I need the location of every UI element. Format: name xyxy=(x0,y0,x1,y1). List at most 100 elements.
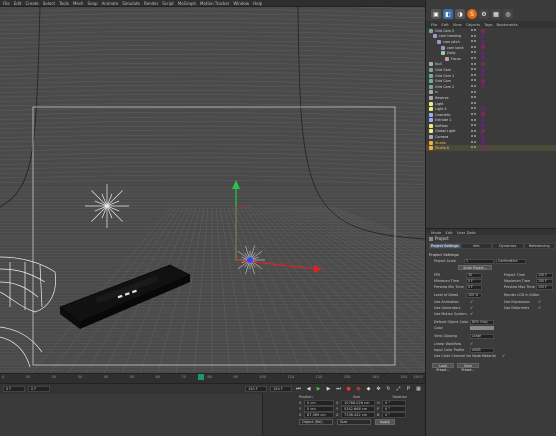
prop-use-motion-check[interactable]: ✓ xyxy=(470,311,473,316)
object-name[interactable]: Reserve xyxy=(435,96,449,100)
object-name[interactable]: Global Light xyxy=(435,129,455,133)
record-icon[interactable]: ● xyxy=(345,386,352,393)
tag-icon[interactable] xyxy=(481,62,485,67)
am-tab[interactable]: Referencing xyxy=(523,243,555,249)
coords-mode-dropdown[interactable]: Object (Rel) xyxy=(299,419,333,425)
prop-use-animation-check[interactable]: ✓ xyxy=(470,299,473,304)
am-menu-item[interactable]: User Data xyxy=(457,230,476,235)
object-row[interactable]: Studio 6 xyxy=(426,145,556,152)
tag-icon[interactable] xyxy=(481,73,485,78)
object-name[interactable]: Studio xyxy=(435,141,446,145)
rotate-key-icon[interactable]: ↻ xyxy=(385,386,392,393)
object-name[interactable]: Grid Cam 2 xyxy=(435,29,454,33)
tag-icon[interactable] xyxy=(481,45,485,50)
om-menu-item[interactable]: Tags xyxy=(484,22,492,27)
coords-apply-button[interactable]: Apply xyxy=(375,419,395,425)
goto-end-icon[interactable]: ⏭ xyxy=(335,386,342,393)
coords-size-dropdown[interactable]: Size xyxy=(337,419,371,425)
prop-preview-min-field[interactable]: 0 F xyxy=(466,285,482,290)
prop-min-time-field[interactable]: 0 F xyxy=(466,279,482,284)
tag-icon[interactable] xyxy=(481,78,485,83)
visibility-dots-icon[interactable] xyxy=(471,101,476,104)
visibility-dots-icon[interactable] xyxy=(471,135,476,138)
target-icon[interactable]: ◎ xyxy=(503,9,513,19)
tag-icon[interactable] xyxy=(481,140,485,145)
end-frame-field[interactable]: 150 F xyxy=(245,386,267,392)
coords-position-field[interactable]: 87.569 cm xyxy=(304,412,334,418)
prop-default-color-dropdown[interactable]: 80% Gray xyxy=(470,320,494,325)
menu-10[interactable]: Script xyxy=(162,1,174,6)
object-manager-list[interactable]: Grid Cam 2 cam heading cam pitch cam bank Do… xyxy=(426,28,556,228)
prop-view-clipping-dropdown[interactable]: Large xyxy=(470,334,494,339)
visibility-dots-icon[interactable] xyxy=(471,107,476,110)
visibility-dots-icon[interactable] xyxy=(471,124,476,127)
prop-max-time-field[interactable]: 150 F xyxy=(536,279,553,284)
visibility-dots-icon[interactable] xyxy=(471,140,476,143)
menu-11[interactable]: MoGraph xyxy=(178,1,196,6)
tag-icon[interactable] xyxy=(481,118,485,122)
grid-icon[interactable]: ▦ xyxy=(491,9,501,19)
object-name[interactable]: Focus xyxy=(451,57,461,61)
object-name[interactable]: Extrude 1 xyxy=(435,118,452,122)
tag-icon[interactable] xyxy=(481,39,485,44)
object-name[interactable]: Grid Cam xyxy=(435,68,451,72)
prop-input-color-dropdown[interactable]: sRGB xyxy=(470,348,494,353)
object-name[interactable]: Softbox xyxy=(435,124,448,128)
menu-14[interactable]: Help xyxy=(253,1,262,6)
menu-5[interactable]: Mesh xyxy=(73,1,84,6)
grid-key-icon[interactable]: ▦ xyxy=(415,386,422,393)
am-menu-item[interactable]: Edit xyxy=(445,230,452,235)
tag-icon[interactable] xyxy=(481,134,485,139)
tag-icon[interactable] xyxy=(481,123,485,128)
visibility-dots-icon[interactable] xyxy=(471,129,476,132)
object-name[interactable]: Light 4 xyxy=(435,107,447,111)
play-icon[interactable]: ▶ xyxy=(315,386,322,393)
menu-12[interactable]: Motion Tracker xyxy=(200,1,229,6)
tag-icon[interactable] xyxy=(481,145,485,150)
prop-fps-field[interactable]: 30 xyxy=(466,273,482,278)
menu-4[interactable]: Tools xyxy=(59,1,69,6)
object-name[interactable]: Dolly xyxy=(447,51,456,55)
param-key-icon[interactable]: P xyxy=(405,386,412,393)
visibility-dots-icon[interactable] xyxy=(471,79,476,82)
tag-icon[interactable] xyxy=(481,56,485,61)
object-name[interactable]: cam bank xyxy=(447,46,464,50)
prop-project-time-field[interactable]: 150 F xyxy=(536,273,553,278)
prop-color-swatch[interactable] xyxy=(470,326,494,330)
menu-7[interactable]: Animate xyxy=(102,1,119,6)
visibility-dots-icon[interactable] xyxy=(471,56,476,59)
object-name[interactable]: Cosmetic xyxy=(435,113,451,117)
prop-node-material-check[interactable]: ✓ xyxy=(502,353,505,358)
om-menu-item[interactable]: File xyxy=(431,22,437,27)
start-frame-field[interactable]: 0 F xyxy=(3,386,25,392)
visibility-dots-icon[interactable] xyxy=(471,68,476,71)
tag-icon[interactable] xyxy=(481,112,485,117)
menu-3[interactable]: Select xyxy=(43,1,55,6)
menu-2[interactable]: Create xyxy=(25,1,38,6)
prop-preview-max-field[interactable]: 150 F xyxy=(536,285,553,290)
am-menu-item[interactable]: Mode xyxy=(431,230,441,235)
prop-lod-field[interactable]: 100 % xyxy=(466,293,482,298)
object-name[interactable]: cam heading xyxy=(439,34,461,38)
om-menu-item[interactable]: Edit xyxy=(441,22,448,27)
prop-scale-unit-dropdown[interactable]: Centimeters xyxy=(496,259,526,264)
gear-icon[interactable]: ⚙ xyxy=(479,9,489,19)
layout-icon[interactable]: ▣ xyxy=(431,9,441,19)
visibility-dots-icon[interactable] xyxy=(471,34,476,37)
coords-rotation-field[interactable]: 0 ° xyxy=(382,412,406,418)
object-name[interactable]: Camera xyxy=(435,135,448,139)
move-key-icon[interactable]: ✥ xyxy=(375,386,382,393)
render-icon[interactable]: ◑ xyxy=(455,9,465,19)
visibility-dots-icon[interactable] xyxy=(471,90,476,93)
menu-9[interactable]: Render xyxy=(144,1,158,6)
material-manager-area[interactable] xyxy=(0,394,262,436)
coords-size-field[interactable]: 7338.442 cm xyxy=(341,412,375,418)
menu-0[interactable]: File xyxy=(3,1,10,6)
tag-icon[interactable] xyxy=(481,28,485,33)
prop-use-expression-check[interactable]: ✓ xyxy=(538,299,541,304)
am-tab[interactable]: Info xyxy=(460,243,492,249)
keyframe-icon[interactable]: ◆ xyxy=(365,386,372,393)
step-forward-icon[interactable]: ▶ xyxy=(325,386,332,393)
preview-end-field[interactable]: 150 F xyxy=(270,386,292,392)
visibility-dots-icon[interactable] xyxy=(471,96,476,99)
